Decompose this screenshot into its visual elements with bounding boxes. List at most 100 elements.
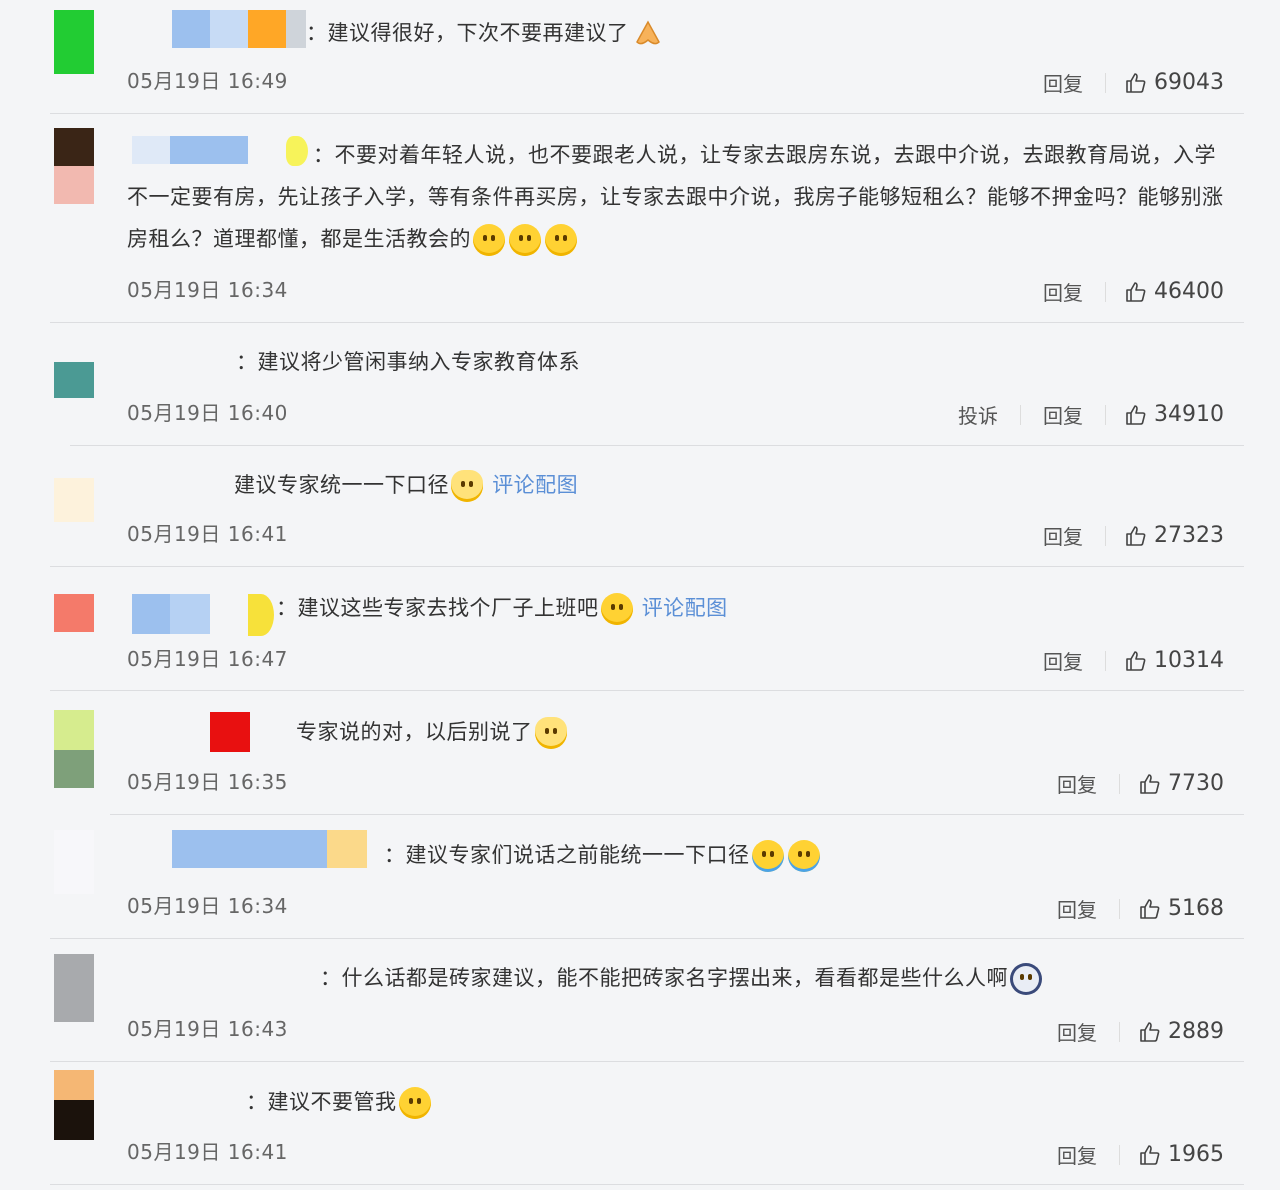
comment-actions: 投诉 回复 34910 xyxy=(954,400,1224,429)
avatar[interactable] xyxy=(54,594,94,632)
divider xyxy=(50,322,1244,323)
like-count: 10314 xyxy=(1154,648,1224,673)
report-button[interactable]: 投诉 xyxy=(954,400,1002,429)
action-separator xyxy=(1119,1144,1120,1165)
comment-text: 建议专家统一一下口径 评论配图 xyxy=(234,464,578,506)
like-button[interactable]: 7730 xyxy=(1138,771,1224,796)
comment-time: 05月19日 16:49 xyxy=(127,69,288,93)
like-button[interactable]: 10314 xyxy=(1124,648,1224,673)
reply-button[interactable]: 回复 xyxy=(1039,646,1087,675)
like-count: 69043 xyxy=(1154,70,1224,95)
thumbs-up-icon xyxy=(1126,281,1146,302)
action-separator xyxy=(1020,404,1021,425)
reply-button[interactable]: 回复 xyxy=(1039,277,1087,306)
comment-actions: 回复 7730 xyxy=(1053,769,1224,798)
avatar[interactable] xyxy=(54,362,94,398)
cat-emoji-icon xyxy=(451,470,483,502)
divider xyxy=(70,445,1244,446)
cat-emoji-icon xyxy=(534,717,567,749)
thumbs-up-icon xyxy=(1140,773,1160,794)
divider xyxy=(50,938,1244,939)
like-button[interactable]: 46400 xyxy=(1124,279,1224,304)
comment-time: 05月19日 16:34 xyxy=(127,894,288,918)
thumbs-up-icon xyxy=(1126,72,1146,93)
reply-button[interactable]: 回复 xyxy=(1053,1140,1101,1169)
comment-text: 专家说的对，以后别说了 xyxy=(296,711,569,753)
thumbs-up-icon xyxy=(1140,1021,1160,1042)
reply-button[interactable]: 回复 xyxy=(1039,521,1087,550)
scared-emoji-icon xyxy=(1010,963,1042,995)
smile-emoji-icon xyxy=(600,593,633,625)
comment-text: ：建议得很好，下次不要再建议了 xyxy=(306,12,665,54)
like-button[interactable]: 1965 xyxy=(1138,1142,1224,1167)
thumbs-up-icon xyxy=(1140,1144,1160,1165)
action-separator xyxy=(1105,525,1106,546)
reply-button[interactable]: 回复 xyxy=(1053,894,1101,923)
comment-text: ：建议专家们说话之前能统一一下口径 xyxy=(384,834,822,876)
like-count: 5168 xyxy=(1168,896,1224,921)
reply-button[interactable]: 回复 xyxy=(1053,1017,1101,1046)
action-separator xyxy=(1105,72,1106,93)
avatar[interactable] xyxy=(54,478,94,522)
like-count: 34910 xyxy=(1154,402,1224,427)
comment-actions: 回复 27323 xyxy=(1039,521,1224,550)
divider xyxy=(50,690,1244,691)
like-button[interactable]: 34910 xyxy=(1124,402,1224,427)
smile-emoji-icon xyxy=(473,224,505,256)
like-button[interactable]: 5168 xyxy=(1138,896,1224,921)
comment-actions: 回复 69043 xyxy=(1039,68,1224,97)
avatar[interactable] xyxy=(54,1070,94,1140)
action-separator xyxy=(1119,773,1120,794)
smile-emoji-icon xyxy=(398,1087,431,1119)
comment-time: 05月19日 16:35 xyxy=(127,770,288,794)
divider xyxy=(50,566,1244,567)
avatar[interactable] xyxy=(54,710,94,788)
crying-emoji-icon xyxy=(787,840,820,872)
action-separator xyxy=(1119,1021,1120,1042)
divider xyxy=(50,1184,1244,1185)
like-count: 2889 xyxy=(1168,1019,1224,1044)
comment-text: ：建议将少管闲事纳入专家教育体系 xyxy=(236,350,580,374)
reply-button[interactable]: 回复 xyxy=(1053,769,1101,798)
reply-button[interactable]: 回复 xyxy=(1039,400,1087,429)
divider xyxy=(50,113,1244,114)
like-button[interactable]: 69043 xyxy=(1124,70,1224,95)
comment-text: ：建议这些专家去找个厂子上班吧 评论配图 xyxy=(276,587,728,629)
comment-actions: 回复 46400 xyxy=(1039,277,1224,306)
comment-actions: 回复 2889 xyxy=(1053,1017,1224,1046)
like-count: 7730 xyxy=(1168,771,1224,796)
crying-emoji-icon xyxy=(751,840,784,872)
comment-image-link[interactable]: 评论配图 xyxy=(492,473,578,497)
username-redacted[interactable] xyxy=(172,712,250,752)
comment-time: 05月19日 16:34 xyxy=(127,278,288,302)
action-separator xyxy=(1119,898,1120,919)
username-redacted[interactable] xyxy=(172,10,306,48)
reply-button[interactable]: 回复 xyxy=(1039,68,1087,97)
action-separator xyxy=(1105,650,1106,671)
comment-feed: ：建议得很好，下次不要再建议了 05月19日 16:49 回复 69043 ：不… xyxy=(0,0,1280,1190)
avatar[interactable] xyxy=(54,128,94,204)
smile-emoji-icon xyxy=(545,224,577,256)
like-button[interactable]: 27323 xyxy=(1124,523,1224,548)
action-separator xyxy=(1105,281,1106,302)
comment-text: ：不要对着年轻人说，也不要跟老人说，让专家去跟房东说，去跟中介说，去跟教育局说，… xyxy=(127,134,1227,260)
avatar[interactable] xyxy=(54,10,94,74)
comment-time: 05月19日 16:41 xyxy=(127,1140,288,1164)
comment-actions: 回复 5168 xyxy=(1053,894,1224,923)
avatar[interactable] xyxy=(54,830,94,894)
action-separator xyxy=(1105,404,1106,425)
divider xyxy=(110,814,1244,815)
comment-image-link[interactable]: 评论配图 xyxy=(642,596,728,620)
comment-time: 05月19日 16:47 xyxy=(127,647,288,671)
avatar[interactable] xyxy=(54,954,94,1022)
comment-actions: 回复 10314 xyxy=(1039,646,1224,675)
like-button[interactable]: 2889 xyxy=(1138,1019,1224,1044)
comment-text: ：建议不要管我 xyxy=(246,1081,433,1123)
comment-time: 05月19日 16:40 xyxy=(127,401,288,425)
username-redacted[interactable] xyxy=(132,594,274,636)
comment-time: 05月19日 16:43 xyxy=(127,1017,288,1041)
smile-emoji-icon xyxy=(509,224,541,256)
username-redacted[interactable] xyxy=(172,830,367,868)
pray-hands-icon xyxy=(631,18,663,50)
comment-time: 05月19日 16:41 xyxy=(127,522,288,546)
